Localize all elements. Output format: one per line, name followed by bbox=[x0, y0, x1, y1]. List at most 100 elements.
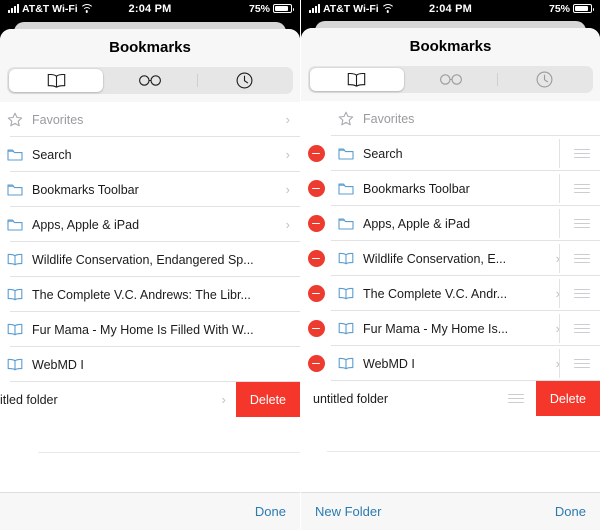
list-item-label: Bookmarks Toolbar bbox=[363, 181, 470, 196]
list-item[interactable]: Apps, Apple & iPad bbox=[301, 206, 600, 241]
minus-circle-icon[interactable] bbox=[307, 215, 325, 232]
done-button[interactable]: Done bbox=[255, 504, 286, 519]
remove-item-button[interactable] bbox=[301, 320, 331, 337]
battery-icon bbox=[273, 3, 295, 14]
remove-item-button[interactable] bbox=[301, 180, 331, 197]
list-item[interactable]: The Complete V.C. Andrews: The Libr... bbox=[0, 277, 300, 312]
bookmarks-card-right: Bookmarks Favorites Search Bookmarks Too… bbox=[301, 28, 600, 530]
book-icon bbox=[331, 252, 361, 265]
delete-button[interactable]: Delete bbox=[235, 382, 300, 417]
new-folder-button[interactable]: New Folder bbox=[315, 504, 381, 519]
chevron-right-icon: › bbox=[285, 112, 290, 127]
minus-circle-icon[interactable] bbox=[307, 320, 325, 337]
cellular-signal-icon bbox=[8, 4, 19, 13]
handle-divider bbox=[559, 244, 560, 273]
battery-percent-label: 75% bbox=[249, 2, 271, 15]
drag-handle-icon[interactable] bbox=[560, 323, 590, 334]
drag-handle-icon[interactable] bbox=[506, 393, 536, 404]
list-item[interactable]: Favorites › bbox=[0, 102, 300, 137]
drag-handle-icon[interactable] bbox=[560, 183, 590, 194]
tab-reading-list[interactable] bbox=[404, 68, 498, 91]
minus-circle-icon[interactable] bbox=[307, 180, 325, 197]
carrier-label: AT&T Wi-Fi bbox=[22, 2, 78, 15]
segmented-control-right[interactable] bbox=[308, 66, 593, 93]
list-item-label: The Complete V.C. Andrews: The Libr... bbox=[32, 287, 251, 302]
wifi-icon bbox=[382, 4, 394, 13]
list-item-label: Wildlife Conservation, E... bbox=[363, 251, 507, 266]
list-item[interactable]: Apps, Apple & iPad › bbox=[0, 207, 300, 242]
status-bar-left-group: AT&T Wi-Fi bbox=[8, 3, 129, 15]
book-icon bbox=[0, 358, 30, 371]
minus-circle-icon[interactable] bbox=[307, 355, 325, 372]
segmented-control-left[interactable] bbox=[7, 67, 293, 94]
handle-divider bbox=[559, 314, 560, 343]
bookmarks-list-left[interactable]: Favorites › Search › Bookmarks Toolbar ›… bbox=[0, 102, 300, 492]
tab-bookmarks[interactable] bbox=[310, 68, 404, 91]
remove-item-button[interactable] bbox=[301, 285, 331, 302]
list-item[interactable]: Bookmarks Toolbar bbox=[301, 171, 600, 206]
folder-icon bbox=[0, 148, 30, 162]
list-item-label: Apps, Apple & iPad bbox=[363, 216, 471, 231]
list-item-swiped[interactable]: untitled folder Delete bbox=[301, 381, 600, 416]
tab-history[interactable] bbox=[497, 68, 591, 91]
handle-divider bbox=[559, 174, 560, 203]
list-item-label: itled folder bbox=[0, 392, 58, 407]
drag-handle-icon[interactable] bbox=[560, 358, 590, 369]
page-title: Bookmarks bbox=[409, 38, 492, 55]
handle-divider bbox=[559, 349, 560, 378]
drag-handle-icon[interactable] bbox=[560, 288, 590, 299]
chevron-right-icon: › bbox=[285, 147, 290, 162]
star-icon bbox=[0, 112, 30, 128]
tab-history[interactable] bbox=[197, 69, 291, 92]
list-item[interactable]: Search › bbox=[0, 137, 300, 172]
folder-icon bbox=[331, 147, 361, 161]
list-item[interactable]: Favorites bbox=[301, 101, 600, 136]
list-item[interactable]: Wildlife Conservation, E... › bbox=[301, 241, 600, 276]
list-item-label: Search bbox=[363, 146, 403, 161]
status-bar-clock: 2:04 PM bbox=[429, 2, 472, 15]
delete-button[interactable]: Delete bbox=[535, 381, 600, 416]
list-item-swiped[interactable]: itled folder › Delete bbox=[0, 382, 300, 417]
list-item[interactable]: WebMD I › bbox=[301, 346, 600, 381]
minus-circle-icon[interactable] bbox=[307, 145, 325, 162]
battery-icon bbox=[573, 3, 595, 14]
list-item-label: Wildlife Conservation, Endangered Sp... bbox=[32, 252, 254, 267]
list-item[interactable]: Fur Mama - My Home Is... › bbox=[301, 311, 600, 346]
book-icon bbox=[0, 288, 30, 301]
list-item[interactable]: Search bbox=[301, 136, 600, 171]
tab-bookmarks[interactable] bbox=[9, 69, 103, 92]
book-icon bbox=[331, 322, 361, 335]
done-button[interactable]: Done bbox=[555, 504, 586, 519]
list-item[interactable]: Wildlife Conservation, Endangered Sp... bbox=[0, 242, 300, 277]
remove-item-button[interactable] bbox=[301, 250, 331, 267]
folder-icon bbox=[331, 217, 361, 231]
list-item-label: Favorites bbox=[363, 111, 415, 126]
remove-item-button[interactable] bbox=[301, 355, 331, 372]
drag-handle-icon[interactable] bbox=[560, 218, 590, 229]
battery-percent-label: 75% bbox=[549, 2, 571, 15]
remove-item-button[interactable] bbox=[301, 215, 331, 232]
list-item[interactable]: The Complete V.C. Andr... › bbox=[301, 276, 600, 311]
swipe-row-content[interactable]: untitled folder bbox=[301, 381, 536, 416]
minus-circle-icon[interactable] bbox=[307, 250, 325, 267]
swipe-row-content[interactable]: itled folder › bbox=[0, 382, 236, 417]
bookmarks-list-right[interactable]: Favorites Search Bookmarks Toolbar Apps,… bbox=[301, 101, 600, 492]
nav-header-right: Bookmarks bbox=[301, 28, 600, 101]
handle-divider bbox=[559, 209, 560, 238]
handle-divider bbox=[559, 279, 560, 308]
carrier-label: AT&T Wi-Fi bbox=[323, 2, 379, 15]
minus-circle-icon[interactable] bbox=[307, 285, 325, 302]
drag-handle-icon[interactable] bbox=[560, 148, 590, 159]
list-item[interactable]: Fur Mama - My Home Is Filled With W... bbox=[0, 312, 300, 347]
list-item[interactable]: WebMD I bbox=[0, 347, 300, 382]
list-item[interactable]: Bookmarks Toolbar › bbox=[0, 172, 300, 207]
bookmarks-card-left: Bookmarks Favorites › Search › Bookmarks… bbox=[0, 29, 300, 530]
tab-reading-list[interactable] bbox=[103, 69, 197, 92]
panel-left: AT&T Wi-Fi 2:04 PM 75% Bookmarks Favorit… bbox=[0, 0, 300, 530]
list-item-label: Fur Mama - My Home Is Filled With W... bbox=[32, 322, 254, 337]
folder-icon bbox=[331, 182, 361, 196]
drag-handle-icon[interactable] bbox=[560, 253, 590, 264]
list-item-label: Apps, Apple & iPad bbox=[32, 217, 140, 232]
chevron-right-icon: › bbox=[285, 217, 290, 232]
remove-item-button[interactable] bbox=[301, 145, 331, 162]
